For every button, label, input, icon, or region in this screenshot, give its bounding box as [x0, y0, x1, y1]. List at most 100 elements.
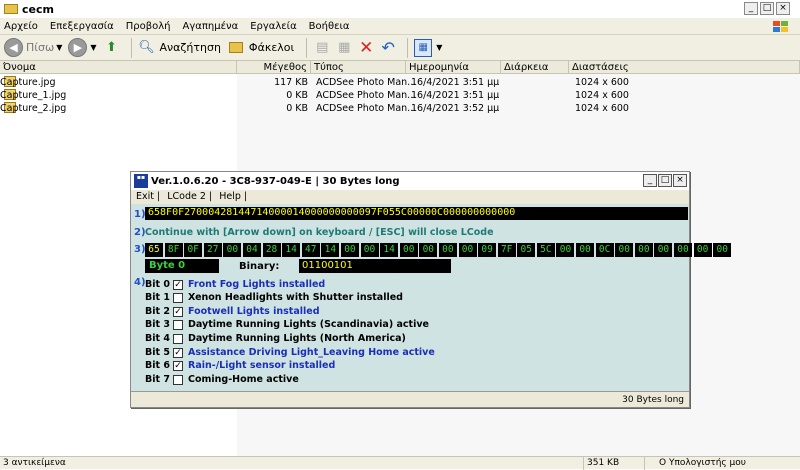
byte-cell[interactable]: 00 [458, 243, 477, 257]
byte-cell[interactable]: 0C [595, 243, 614, 257]
list-item[interactable]: Capture_2.jpg 0 KB ACDSee Photo Man... 1… [0, 102, 800, 115]
byte-cell[interactable]: 00 [693, 243, 712, 257]
byte-cell[interactable]: 00 [674, 243, 693, 257]
menu-edit[interactable]: Επεξεργασία [50, 21, 114, 32]
byte-cell[interactable]: 0F [184, 243, 203, 257]
menu-favorites[interactable]: Αγαπημένα [183, 21, 239, 32]
bit-checkbox[interactable]: ✓ [173, 279, 183, 290]
bit-row[interactable]: Bit 0 ✓ Front Fog Lights installed [145, 278, 325, 291]
bit-row[interactable]: Bit 1 Xenon Headlights with Shutter inst… [145, 291, 403, 304]
back-button[interactable]: ◀ Πίσω ▼ [4, 38, 62, 57]
byte-cell[interactable]: 5C [536, 243, 555, 257]
byte-cell[interactable]: 00 [654, 243, 673, 257]
byte-cell[interactable]: 27 [203, 243, 222, 257]
selected-byte-label: Byte 0 [145, 259, 219, 273]
dialog-status-text: 30 Bytes long [622, 395, 684, 405]
menu-file[interactable]: Αρχείο [4, 21, 38, 32]
list-item[interactable]: Capture_1.jpg 0 KB ACDSee Photo Man... 1… [0, 89, 800, 102]
bit-checkbox[interactable]: ✓ [173, 347, 183, 358]
file-date: 16/4/2021 3:51 μμ [411, 90, 500, 101]
byte-cell[interactable]: 00 [634, 243, 653, 257]
file-type: ACDSee Photo Man... [316, 103, 417, 114]
status-size: 351 KB [583, 457, 641, 470]
folder-icon [4, 4, 18, 14]
byte-cell[interactable]: 00 [340, 243, 359, 257]
byte-cell[interactable]: 05 [517, 243, 536, 257]
binary-label: Binary: [239, 261, 280, 272]
dialog-close-button[interactable]: × [673, 174, 687, 187]
menu-lcode2[interactable]: LCode 2 | [167, 191, 212, 202]
bit-description: Assistance Driving Light_Leaving Home ac… [188, 347, 435, 358]
folders-button[interactable]: Φάκελοι [227, 39, 294, 57]
byte-cell[interactable]: 09 [478, 243, 497, 257]
delete-icon[interactable]: ✕ [357, 38, 375, 58]
bit-checkbox[interactable] [173, 374, 183, 385]
file-name: Capture.jpg [0, 77, 56, 88]
file-size: 117 KB [274, 77, 308, 88]
bit-row[interactable]: Bit 5 ✓ Assistance Driving Light_Leaving… [145, 346, 435, 359]
bit-row[interactable]: Bit 3 Daytime Running Lights (Scandinavi… [145, 318, 429, 331]
byte-cell[interactable]: 65 [145, 243, 163, 257]
undo-icon[interactable]: ↶ [379, 38, 397, 57]
folders-icon [227, 39, 245, 57]
up-folder-icon[interactable]: ⬆ [103, 39, 121, 57]
byte-cell[interactable]: 47 [301, 243, 320, 257]
bit-row[interactable]: Bit 4 Daytime Running Lights (North Amer… [145, 332, 406, 345]
byte-cell[interactable]: 8F [164, 243, 183, 257]
byte-cell[interactable]: 00 [615, 243, 634, 257]
col-duration[interactable]: Διάρκεια [501, 61, 569, 74]
maximize-button[interactable]: □ [760, 2, 774, 15]
move-to-icon[interactable]: ▤ [313, 39, 331, 57]
dialog-maximize-button[interactable]: □ [658, 174, 672, 187]
col-date[interactable]: Ημερομηνία τροποπ... [406, 61, 501, 86]
byte-cell[interactable]: 00 [223, 243, 242, 257]
close-button[interactable]: × [776, 2, 790, 15]
byte-cell[interactable]: 00 [576, 243, 595, 257]
minimize-button[interactable]: _ [744, 2, 758, 15]
menu-help[interactable]: Βοήθεια [309, 21, 350, 32]
col-name[interactable]: Όνομα [0, 61, 237, 74]
bit-row[interactable]: Bit 7 Coming-Home active [145, 373, 299, 386]
byte-cell[interactable]: 04 [242, 243, 261, 257]
file-date: 16/4/2021 3:51 μμ [411, 77, 500, 88]
bit-checkbox[interactable]: ✓ [173, 360, 183, 371]
byte-cell[interactable]: 00 [438, 243, 457, 257]
menu-tools[interactable]: Εργαλεία [250, 21, 296, 32]
byte-cell[interactable]: 00 [419, 243, 438, 257]
col-dimensions[interactable]: Διαστάσεις [569, 61, 800, 74]
dialog-minimize-button[interactable]: _ [643, 174, 657, 187]
views-button[interactable]: ▦ ▼ [414, 38, 442, 57]
menu-exit[interactable]: Exit | [136, 191, 160, 202]
byte-cell[interactable]: 14 [380, 243, 399, 257]
bit-checkbox[interactable] [173, 319, 183, 330]
menu-dialog-help[interactable]: Help | [219, 191, 247, 202]
dialog-menu: Exit | LCode 2 | Help | [131, 190, 689, 204]
bit-checkbox[interactable]: ✓ [173, 306, 183, 317]
file-date: 16/4/2021 3:52 μμ [411, 103, 500, 114]
bit-checkbox[interactable] [173, 292, 183, 303]
step-3-label: 3) [134, 244, 146, 255]
bit-row[interactable]: Bit 6 ✓ Rain-/Light sensor installed [145, 359, 335, 372]
search-button[interactable]: 🔍︎ Αναζήτηση [138, 39, 221, 57]
byte-cell[interactable]: 14 [282, 243, 301, 257]
separator [306, 37, 308, 58]
lcode-string-field[interactable]: 658F0F27000428144714000014000000000097F0… [145, 207, 688, 220]
byte-cell[interactable]: 14 [321, 243, 340, 257]
byte-cell[interactable]: 00 [713, 243, 732, 257]
copy-to-icon[interactable]: ▦ [335, 39, 353, 57]
col-type[interactable]: Τύπος [311, 61, 406, 74]
toolbar: ◀ Πίσω ▼ ▶ ▼ ⬆ 🔍︎ Αναζήτηση Φάκελοι ▤ ▦ … [0, 35, 800, 61]
col-size[interactable]: Μέγεθος [237, 61, 311, 74]
byte-cell[interactable]: 28 [262, 243, 281, 257]
bit-checkbox[interactable] [173, 333, 183, 344]
byte-cell[interactable]: 00 [556, 243, 575, 257]
separator [407, 37, 409, 58]
menu-view[interactable]: Προβολή [126, 21, 171, 32]
byte-cell[interactable]: 00 [399, 243, 418, 257]
byte-cell[interactable]: 00 [360, 243, 379, 257]
column-header: Όνομα Μέγεθος Τύπος Ημερομηνία τροποπ...… [0, 61, 800, 86]
forward-button[interactable]: ▶ ▼ [68, 38, 97, 57]
bit-row[interactable]: Bit 2 ✓ Footwell Lights installed [145, 305, 320, 318]
byte-cell[interactable]: 7F [497, 243, 516, 257]
list-item[interactable]: Capture.jpg 117 KB ACDSee Photo Man... 1… [0, 76, 800, 89]
